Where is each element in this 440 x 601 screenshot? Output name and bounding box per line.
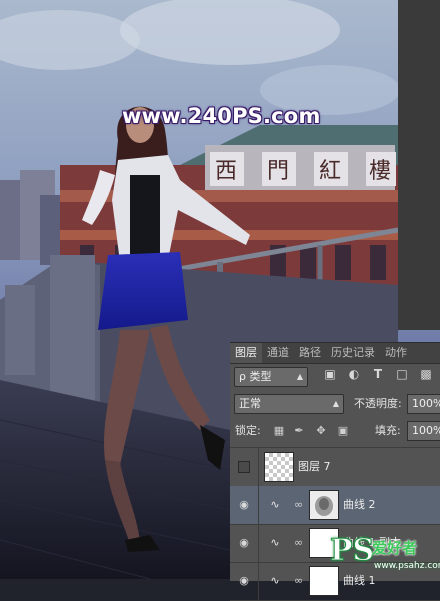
sign-char-2: 門 [267,159,289,184]
fill-label: 填充: [375,424,401,437]
tab-paths[interactable]: 路径 [294,343,326,363]
chevron-down-icon: ▲︎ [332,399,339,408]
layer-name: 曲线 2 [343,498,376,511]
layer-mask-thumbnail[interactable] [309,490,339,520]
link-chain-icon[interactable]: ∞ [294,574,303,588]
filter-row: ρ 类型 ▲︎ ▣ ◐ T □ ▩ [230,365,440,389]
lock-image-icon[interactable]: ✒ [292,424,306,438]
chevron-down-icon: ▲︎ [296,372,303,381]
curves-adjustment-icon: ∿ [270,574,280,587]
curves-adjustment-icon: ∿ [270,498,280,511]
visibility-toggle[interactable]: ◉ [230,524,259,562]
lock-transparent-icon[interactable]: ▦ [272,424,286,438]
lock-fill-row: 锁定: ▦ ✒ ✥ ▣ 填充: 100% [230,419,440,443]
panel-tab-bar: 图层 通道 路径 历史记录 动作 [230,343,440,364]
tab-channels[interactable]: 通道 [262,343,294,363]
visibility-off-box [238,461,250,473]
tab-layers[interactable]: 图层 [230,343,262,363]
sign-char-4: 樓 [369,159,391,184]
layer-row[interactable]: ◉ ∿ ∞ 曲线 2 [230,486,440,525]
eye-icon: ◉ [239,574,249,587]
curves-adjustment-icon: ∿ [270,536,280,549]
sign-char-3: 紅 [319,159,341,184]
logo-url-text: www.psahz.com [374,561,440,571]
opacity-input[interactable]: 100% [407,394,440,414]
eye-icon: ◉ [239,498,249,511]
smart-object-filter-icon[interactable]: ▩ [419,367,433,381]
logo-cn-text: 爱好者 [372,539,418,557]
tab-history[interactable]: 历史记录 [326,343,380,363]
filter-type-select[interactable]: ρ 类型 ▲︎ [234,367,308,387]
layer-name: 图层 7 [298,460,331,473]
visibility-toggle[interactable] [230,448,259,486]
fill-input[interactable]: 100% [407,421,440,441]
link-chain-icon[interactable]: ∞ [294,498,303,512]
type-filter-icon[interactable]: T [371,367,385,381]
filter-type-label: ρ 类型 [239,370,272,383]
link-chain-icon[interactable]: ∞ [294,536,303,550]
adjustment-filter-icon[interactable]: ◐ [347,367,361,381]
eye-icon: ◉ [239,536,249,549]
layer-row[interactable]: 图层 7 [230,448,440,487]
lock-position-icon[interactable]: ✥ [314,424,328,438]
shape-filter-icon[interactable]: □ [395,367,409,381]
blend-mode-select[interactable]: 正常 ▲︎ [234,394,344,414]
lock-label: 锁定: [235,424,261,437]
opacity-label: 不透明度: [354,397,402,410]
dark-canvas-edge [398,0,440,330]
lock-all-icon[interactable]: ▣ [336,424,350,438]
visibility-toggle[interactable]: ◉ [230,562,259,600]
blend-mode-value: 正常 [239,397,261,410]
image-filter-icon[interactable]: ▣ [323,367,337,381]
visibility-toggle[interactable]: ◉ [230,486,259,524]
psahz-logo: PS 爱好者 www.psahz.com [329,533,440,579]
sign-char-1: 西 [215,159,237,184]
tab-actions[interactable]: 动作 [380,343,412,363]
layer-thumbnail [264,452,294,482]
watermark-text: www.240PS.com [122,104,321,128]
blend-opacity-row: 正常 ▲︎ 不透明度: 100% [230,392,440,416]
logo-ps-text: PS [329,533,375,568]
